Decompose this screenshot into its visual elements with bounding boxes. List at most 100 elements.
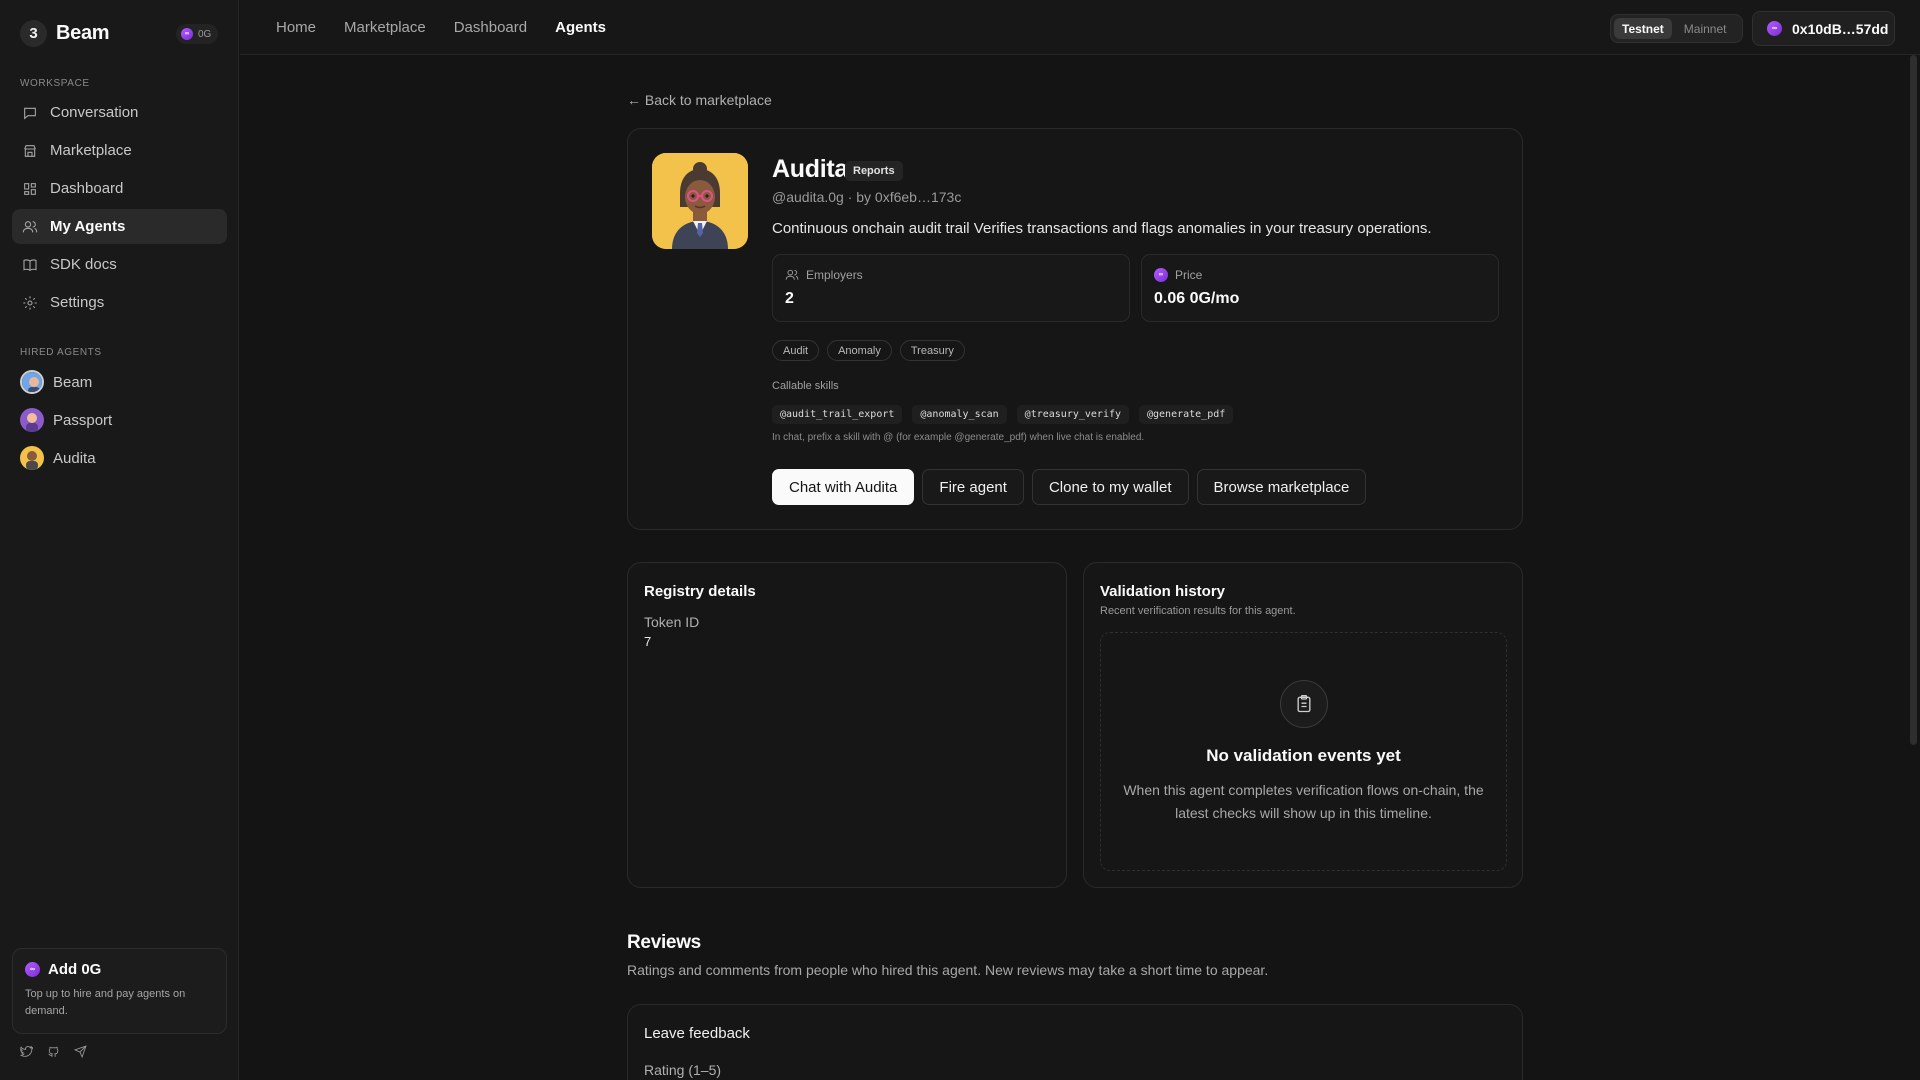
registry-title: Registry details bbox=[644, 583, 756, 600]
wallet-button[interactable]: ∞ 0x10dB…57dd bbox=[1752, 11, 1895, 46]
promo-description: Top up to hire and pay agents on demand. bbox=[25, 988, 186, 1017]
sidebar-item-my-agents[interactable]: My Agents bbox=[12, 209, 227, 244]
sidebar-item-sdk-docs[interactable]: SDK docs bbox=[12, 247, 227, 282]
brand-logo-icon: 3 bbox=[20, 20, 47, 47]
chat-bubble-icon bbox=[24, 107, 36, 119]
agent-avatar bbox=[652, 153, 748, 249]
validation-title: Validation history bbox=[1100, 583, 1226, 600]
browse-marketplace-button[interactable]: Browse marketplace bbox=[1196, 469, 1367, 505]
og-token-icon: ∞ bbox=[1154, 268, 1168, 282]
skill-chip[interactable]: @generate_pdf bbox=[1139, 405, 1234, 424]
agent-actions: Chat with Audita Fire agent Clone to my … bbox=[772, 469, 1367, 505]
og-token-icon: ∞ bbox=[1767, 21, 1782, 36]
testnet-button[interactable]: Testnet bbox=[1614, 18, 1672, 39]
sidebar-item-settings[interactable]: Settings bbox=[12, 285, 227, 320]
agent-profile-card: Audita Reports @audita.0g · by 0xf6eb…17… bbox=[627, 128, 1523, 530]
chain-label: 0G bbox=[198, 28, 212, 40]
sidebar: 3 Beam ∞ 0G WORKSPACE Conversation Marke… bbox=[0, 0, 239, 1080]
grid-icon bbox=[24, 182, 36, 195]
twitter-icon[interactable] bbox=[20, 1045, 33, 1058]
hired-agent-audita[interactable]: Audita bbox=[20, 446, 96, 470]
clipboard-icon bbox=[1280, 680, 1328, 728]
wallet-address: 0x10dB…57dd bbox=[1792, 20, 1889, 37]
page-scrollbar[interactable] bbox=[1910, 55, 1917, 745]
users-icon bbox=[785, 269, 799, 280]
empty-state: No validation events yet When this agent… bbox=[1100, 632, 1507, 871]
fire-agent-button[interactable]: Fire agent bbox=[922, 469, 1024, 505]
mainnet-button[interactable]: Mainnet bbox=[1676, 18, 1735, 39]
hired-agent-passport[interactable]: Passport bbox=[20, 408, 112, 432]
skill-list: @audit_trail_export @anomaly_scan @treas… bbox=[772, 405, 1234, 424]
token-id-value: 7 bbox=[644, 634, 652, 649]
token-id-label: Token ID bbox=[644, 614, 700, 630]
price-label: Price bbox=[1175, 268, 1203, 282]
hired-agents-label: HIRED AGENTS bbox=[20, 347, 102, 358]
registry-details-card: Registry details Token ID 7 bbox=[627, 562, 1067, 888]
employers-value: 2 bbox=[785, 290, 794, 307]
skill-chip[interactable]: @anomaly_scan bbox=[912, 405, 1007, 424]
tag-audit: Audit bbox=[772, 340, 820, 361]
avatar bbox=[20, 408, 44, 432]
avatar bbox=[20, 370, 44, 394]
og-token-icon: ∞ bbox=[181, 28, 193, 40]
hired-agent-label: Beam bbox=[53, 373, 93, 391]
users-icon bbox=[22, 220, 38, 232]
avatar bbox=[20, 446, 44, 470]
callable-skills-label: Callable skills bbox=[772, 380, 839, 392]
category-badge: Reports bbox=[845, 161, 903, 181]
clone-to-wallet-button[interactable]: Clone to my wallet bbox=[1031, 469, 1189, 505]
github-icon[interactable] bbox=[47, 1045, 60, 1058]
telegram-icon[interactable] bbox=[74, 1045, 87, 1058]
sidebar-item-dashboard[interactable]: Dashboard bbox=[12, 171, 227, 206]
stat-label-row: ∞ Price bbox=[1154, 268, 1486, 282]
sidebar-item-label: My Agents bbox=[50, 218, 126, 235]
chain-pill[interactable]: ∞ 0G bbox=[176, 24, 219, 44]
store-icon bbox=[24, 144, 36, 157]
back-to-marketplace-link[interactable]: ← Back to marketplace bbox=[627, 92, 772, 108]
hired-agent-label: Passport bbox=[53, 411, 113, 429]
feedback-title: Leave feedback bbox=[644, 1025, 750, 1042]
agent-name: Audita bbox=[772, 155, 848, 183]
top-bar: Home Marketplace Dashboard Agents Testne… bbox=[240, 0, 1920, 55]
sidebar-item-label: Marketplace bbox=[50, 142, 132, 159]
gear-icon bbox=[23, 295, 37, 310]
hired-agent-label: Audita bbox=[53, 449, 96, 467]
top-nav-dashboard[interactable]: Dashboard bbox=[454, 19, 527, 36]
empty-state-title: No validation events yet bbox=[1206, 746, 1401, 765]
og-token-icon: ∞ bbox=[25, 962, 40, 977]
promo-heading: ∞ Add 0G bbox=[25, 961, 214, 978]
sidebar-item-label: Conversation bbox=[50, 104, 139, 121]
validation-subtitle: Recent verification results for this age… bbox=[1100, 605, 1296, 617]
stat-label-row: Employers bbox=[785, 268, 1117, 282]
employers-label: Employers bbox=[806, 268, 863, 282]
top-nav-marketplace[interactable]: Marketplace bbox=[344, 19, 426, 36]
agent-description: Continuous onchain audit trail Verifies … bbox=[772, 220, 1432, 237]
book-icon bbox=[23, 258, 37, 271]
reviews-title: Reviews bbox=[627, 932, 701, 953]
tag-list: Audit Anomaly Treasury bbox=[772, 340, 965, 361]
brand[interactable]: 3 Beam bbox=[20, 20, 110, 47]
skill-chip[interactable]: @audit_trail_export bbox=[772, 405, 903, 424]
tag-treasury: Treasury bbox=[899, 340, 965, 361]
hired-agent-beam[interactable]: Beam bbox=[20, 370, 92, 394]
add-0g-card[interactable]: ∞ Add 0G Top up to hire and pay agents o… bbox=[12, 948, 227, 1034]
leave-feedback-card: Leave feedback Rating (1–5) bbox=[627, 1004, 1523, 1080]
skills-hint: In chat, prefix a skill with @ (for exam… bbox=[772, 432, 1145, 443]
tag-anomaly: Anomaly bbox=[827, 340, 892, 361]
chat-with-agent-button[interactable]: Chat with Audita bbox=[772, 469, 915, 505]
sidebar-item-label: SDK docs bbox=[50, 256, 117, 273]
price-value: 0.06 0G/mo bbox=[1154, 290, 1240, 307]
top-nav-agents[interactable]: Agents bbox=[555, 19, 606, 36]
top-nav-home[interactable]: Home bbox=[276, 19, 316, 36]
brand-name: Beam bbox=[56, 22, 110, 44]
sidebar-item-conversation[interactable]: Conversation bbox=[12, 95, 227, 130]
social-links bbox=[20, 1045, 87, 1058]
sidebar-item-marketplace[interactable]: Marketplace bbox=[12, 133, 227, 168]
skill-chip[interactable]: @treasury_verify bbox=[1016, 405, 1129, 424]
validation-history-card: Validation history Recent verification r… bbox=[1083, 562, 1523, 888]
network-toggle: Testnet Mainnet bbox=[1610, 14, 1743, 43]
agent-handle: @audita.0g · by 0xf6eb…173c bbox=[772, 189, 962, 205]
reviews-subtitle: Ratings and comments from people who hir… bbox=[627, 962, 1269, 978]
employers-stat: Employers 2 bbox=[772, 254, 1130, 322]
promo-title: Add 0G bbox=[48, 961, 102, 978]
